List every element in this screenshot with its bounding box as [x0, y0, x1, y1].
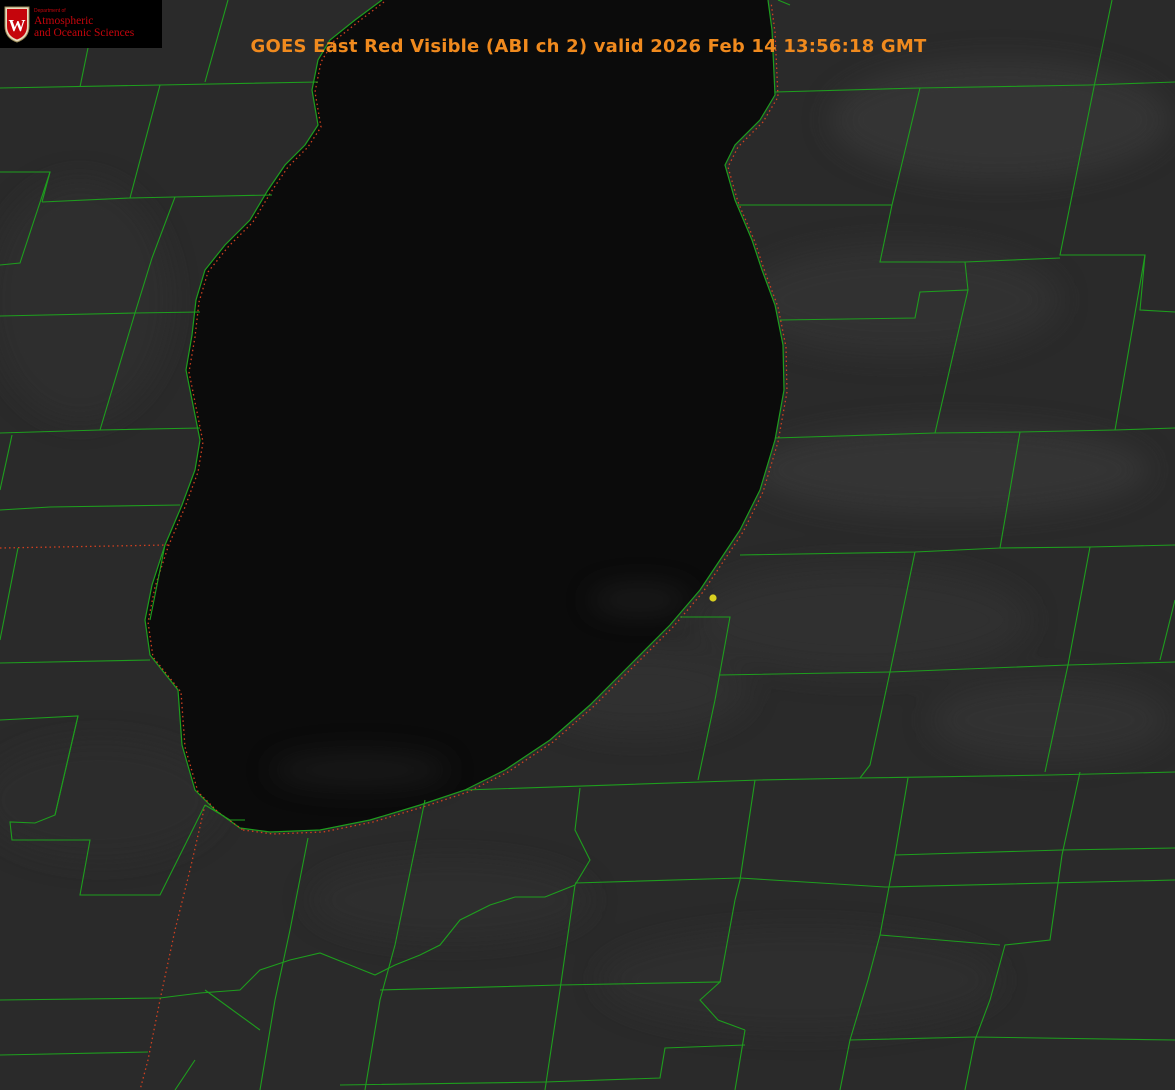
- crest-letter: W: [9, 16, 26, 35]
- logo-text: Department of Atmospheric and Oceanic Sc…: [34, 8, 134, 40]
- logo-line-1: Atmospheric: [34, 15, 94, 27]
- location-dot-icon: [709, 594, 717, 602]
- satellite-image-canvas: W Department of Atmospheric and Oceanic …: [0, 0, 1175, 1090]
- image-title: GOES East Red Visible (ABI ch 2) valid 2…: [250, 36, 927, 57]
- logo-department: Department of: [34, 8, 66, 14]
- satellite-map: [0, 0, 1175, 1090]
